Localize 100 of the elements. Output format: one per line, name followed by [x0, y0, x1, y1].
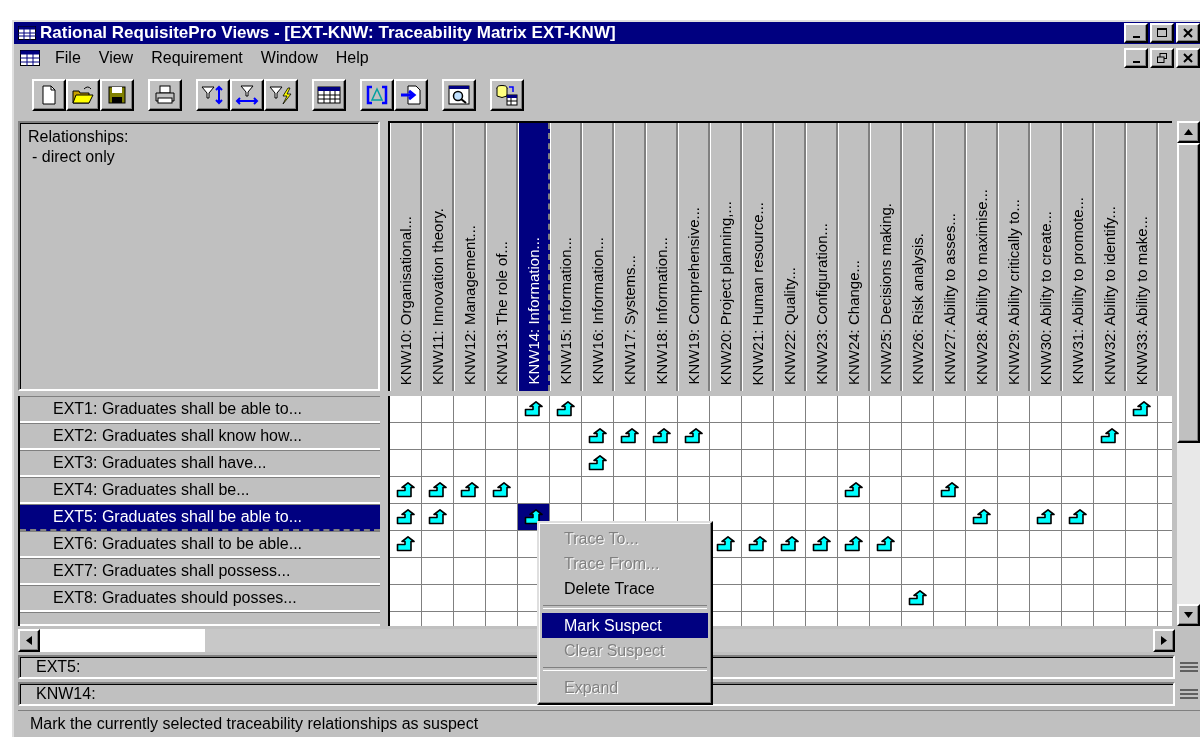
matrix-cell[interactable]	[454, 531, 486, 558]
row-header[interactable]: EXT7: Graduates shall possess...	[20, 558, 380, 585]
matrix-cell[interactable]	[742, 423, 774, 450]
matrix-cell[interactable]	[710, 450, 742, 477]
column-header[interactable]: KNW16: Information...	[582, 123, 614, 391]
matrix-cell[interactable]	[646, 423, 678, 450]
matrix-cell[interactable]	[422, 396, 454, 423]
matrix-cell[interactable]	[1030, 558, 1062, 585]
save-disk-button[interactable]	[100, 79, 134, 111]
matrix-cell[interactable]	[390, 396, 422, 423]
matrix-cell[interactable]	[1030, 423, 1062, 450]
matrix-cell[interactable]	[454, 585, 486, 612]
matrix-cell[interactable]	[870, 423, 902, 450]
matrix-cell[interactable]	[742, 531, 774, 558]
matrix-cell[interactable]	[870, 504, 902, 531]
matrix-cell[interactable]	[966, 504, 998, 531]
matrix-cell[interactable]	[486, 477, 518, 504]
column-header[interactable]: KNW24: Change...	[838, 123, 870, 391]
matrix-cell[interactable]	[774, 531, 806, 558]
matrix-cell[interactable]	[774, 423, 806, 450]
matrix-cell[interactable]	[870, 531, 902, 558]
matrix-cell[interactable]	[614, 396, 646, 423]
matrix-cell[interactable]	[646, 477, 678, 504]
matrix-cell[interactable]	[582, 450, 614, 477]
matrix-cell[interactable]	[614, 423, 646, 450]
matrix-cell[interactable]	[678, 396, 710, 423]
matrix-cell[interactable]	[422, 585, 454, 612]
arrow-document-button[interactable]	[394, 79, 428, 111]
matrix-cell[interactable]	[1062, 585, 1094, 612]
matrix-cell[interactable]	[1126, 504, 1158, 531]
matrix-cell[interactable]	[806, 450, 838, 477]
new-document-button[interactable]	[32, 79, 66, 111]
matrix-cell[interactable]	[582, 477, 614, 504]
print-button[interactable]	[148, 79, 182, 111]
matrix-cell[interactable]	[998, 450, 1030, 477]
matrix-cell[interactable]	[1126, 450, 1158, 477]
column-header[interactable]: KNW19: Comprehensive...	[678, 123, 710, 391]
matrix-cell[interactable]	[998, 477, 1030, 504]
restore-button[interactable]	[1150, 48, 1174, 68]
column-header[interactable]: KNW33: Ability to make...	[1126, 123, 1158, 391]
minimize-button[interactable]	[1124, 48, 1148, 68]
matrix-cell[interactable]	[550, 423, 582, 450]
matrix-cell[interactable]	[966, 531, 998, 558]
row-header[interactable]: EXT6: Graduates shall to be able...	[20, 531, 380, 558]
matrix-cell[interactable]	[1062, 396, 1094, 423]
matrix-cell[interactable]	[870, 477, 902, 504]
matrix-cell[interactable]	[390, 585, 422, 612]
matrix-cell[interactable]	[582, 396, 614, 423]
matrix-cell[interactable]	[1094, 450, 1126, 477]
matrix-cell[interactable]	[902, 531, 934, 558]
bracket-triangle-button[interactable]	[360, 79, 394, 111]
matrix-cell[interactable]	[390, 558, 422, 585]
matrix-cell[interactable]	[902, 585, 934, 612]
row-header[interactable]: EXT2: Graduates shall know how...	[20, 423, 380, 450]
matrix-cell[interactable]	[390, 504, 422, 531]
matrix-cell[interactable]	[742, 585, 774, 612]
matrix-cell[interactable]	[390, 423, 422, 450]
matrix-cell[interactable]	[454, 423, 486, 450]
close-button[interactable]	[1176, 23, 1200, 43]
matrix-cell[interactable]	[998, 423, 1030, 450]
matrix-cell[interactable]	[454, 504, 486, 531]
matrix-cell[interactable]	[774, 396, 806, 423]
column-header[interactable]: KNW26: Risk analysis.	[902, 123, 934, 391]
matrix-cell[interactable]	[902, 450, 934, 477]
matrix-cell[interactable]	[1062, 531, 1094, 558]
matrix-cell[interactable]	[454, 477, 486, 504]
menu-item[interactable]: Mark Suspect	[542, 613, 708, 638]
matrix-cell[interactable]	[902, 396, 934, 423]
matrix-cell[interactable]	[838, 450, 870, 477]
matrix-cell[interactable]	[678, 450, 710, 477]
matrix-cell[interactable]	[1030, 396, 1062, 423]
matrix-cell[interactable]	[806, 423, 838, 450]
matrix-cell[interactable]	[1030, 531, 1062, 558]
column-header[interactable]: KNW29: Ability critically to...	[998, 123, 1030, 391]
scroll-thumb[interactable]	[40, 629, 205, 652]
row-header[interactable]: EXT3: Graduates shall have...	[20, 450, 380, 477]
matrix-cell[interactable]	[390, 477, 422, 504]
matrix-cell[interactable]	[1062, 558, 1094, 585]
maximize-button[interactable]	[1150, 23, 1174, 43]
matrix-cell[interactable]	[486, 531, 518, 558]
matrix-cell[interactable]	[1126, 558, 1158, 585]
scroll-right-button[interactable]	[1153, 629, 1175, 652]
matrix-cell[interactable]	[966, 450, 998, 477]
matrix-cell[interactable]	[486, 396, 518, 423]
matrix-cell[interactable]	[1030, 504, 1062, 531]
matrix-cell[interactable]	[486, 558, 518, 585]
matrix-cell[interactable]	[1030, 585, 1062, 612]
matrix-cell[interactable]	[742, 477, 774, 504]
matrix-cell[interactable]	[870, 450, 902, 477]
matrix-cell[interactable]	[486, 585, 518, 612]
filter-button[interactable]	[196, 79, 230, 111]
matrix-cell[interactable]	[422, 423, 454, 450]
matrix-cell[interactable]	[998, 396, 1030, 423]
column-header[interactable]: KNW20: Project planning,...	[710, 123, 742, 391]
preview-magnifier-button[interactable]	[442, 79, 476, 111]
matrix-cell[interactable]	[1126, 423, 1158, 450]
matrix-cell[interactable]	[710, 423, 742, 450]
matrix-cell[interactable]	[422, 558, 454, 585]
matrix-cell[interactable]	[742, 558, 774, 585]
column-header[interactable]: KNW30: Ability to create...	[1030, 123, 1062, 391]
